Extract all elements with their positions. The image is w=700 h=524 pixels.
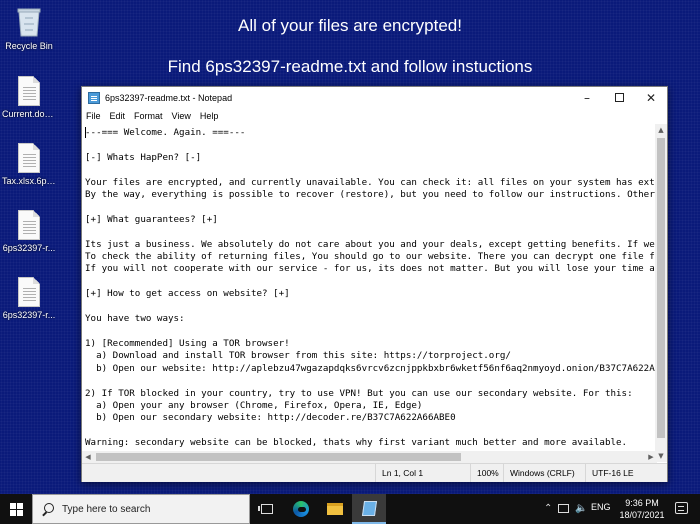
search-placeholder: Type here to search [62,503,151,515]
network-icon[interactable] [558,504,569,513]
taskbar: Type here to search ⌃ 🔈 ENG 9:36 PM 18/0… [0,494,700,524]
desktop-icon-label: Current.doc... [2,109,56,119]
file-explorer-taskbar-button[interactable] [318,494,352,524]
system-clock[interactable]: 9:36 PM 18/07/2021 [618,497,666,521]
scroll-right-icon[interactable]: ▶ [645,451,657,463]
edge-browser-icon [293,501,309,517]
desktop-icon-label: 6ps32397-r... [2,243,56,253]
clock-date: 18/07/2021 [619,510,665,520]
clock-time: 9:36 PM [625,498,659,508]
maximize-icon [614,93,624,102]
notification-center-icon[interactable] [675,502,688,514]
notepad-taskbar-button[interactable] [352,494,386,524]
task-view-button[interactable] [250,494,284,524]
vertical-scroll-thumb[interactable] [657,138,665,438]
text-caret [85,127,86,138]
maximize-button[interactable] [603,87,635,108]
show-hidden-icons-chevron-icon[interactable]: ⌃ [544,503,552,514]
status-zoom: 100% [470,464,499,482]
horizontal-scroll-thumb[interactable] [96,453,461,461]
edge-taskbar-button[interactable] [284,494,318,524]
document-icon [18,76,40,106]
title-bar[interactable]: 6ps32397-readme.txt - Notepad – ✕ [82,87,667,108]
desktop-icon-tax-xlsx[interactable]: Tax.xlsx.6ps... [2,139,56,187]
task-view-icon [258,504,273,514]
search-icon [42,503,54,515]
folder-icon [327,503,343,515]
status-cursor-position: Ln 1, Col 1 [375,464,423,482]
desktop-icon-readme-1[interactable]: 6ps32397-r... [2,206,56,254]
document-text[interactable]: ---=== Welcome. Again. ===--- [-] Whats … [82,124,657,450]
menu-format[interactable]: Format [134,111,163,121]
desktop-icon-label: Recycle Bin [5,41,53,51]
menu-view[interactable]: View [172,111,191,121]
desktop-icon-label: Tax.xlsx.6ps... [2,176,56,186]
minimize-icon: – [584,90,590,105]
input-language-indicator[interactable]: ENG [591,502,611,512]
notepad-icon [361,500,377,516]
close-icon: ✕ [645,90,657,105]
windows-logo-icon [9,502,23,516]
desktop-icon-recycle-bin[interactable]: Recycle Bin [2,4,56,52]
notepad-window[interactable]: 6ps32397-readme.txt - Notepad – ✕ File E… [81,86,668,482]
scroll-up-icon[interactable]: ▲ [655,124,667,136]
document-icon [18,210,40,240]
vertical-scrollbar[interactable]: ▲ ▼ [655,124,667,462]
menu-file[interactable]: File [86,111,101,121]
wallpaper-ransom-instruction: Find 6ps32397-readme.txt and follow inst… [167,57,533,76]
minimize-button[interactable]: – [571,87,603,108]
wallpaper-ransom-heading: All of your files are encrypted! [238,16,462,35]
close-button[interactable]: ✕ [635,87,667,108]
text-editor-area[interactable]: ---=== Welcome. Again. ===--- [-] Whats … [82,124,657,462]
volume-icon[interactable]: 🔈 [575,503,587,514]
desktop-icon-readme-2[interactable]: 6ps32397-r... [2,273,56,321]
notepad-app-icon [88,91,100,104]
desktop-icon-current-doc[interactable]: Current.doc... [2,72,56,120]
status-encoding: UTF-16 LE [585,464,634,482]
recycle-bin-icon [17,8,41,37]
horizontal-scrollbar[interactable]: ◀ ▶ [82,451,657,463]
window-title: 6ps32397-readme.txt - Notepad [105,92,233,103]
scroll-left-icon[interactable]: ◀ [82,451,94,463]
taskbar-search-box[interactable]: Type here to search [32,494,250,524]
status-bar: Ln 1, Col 1 100% Windows (CRLF) UTF-16 L… [82,463,667,482]
document-icon [18,277,40,307]
menu-bar: File Edit Format View Help [82,108,667,124]
status-line-ending: Windows (CRLF) [503,464,575,482]
menu-help[interactable]: Help [200,111,219,121]
document-icon [18,143,40,173]
menu-edit[interactable]: Edit [110,111,126,121]
start-button[interactable] [0,494,32,524]
desktop-icon-label: 6ps32397-r... [2,310,56,320]
